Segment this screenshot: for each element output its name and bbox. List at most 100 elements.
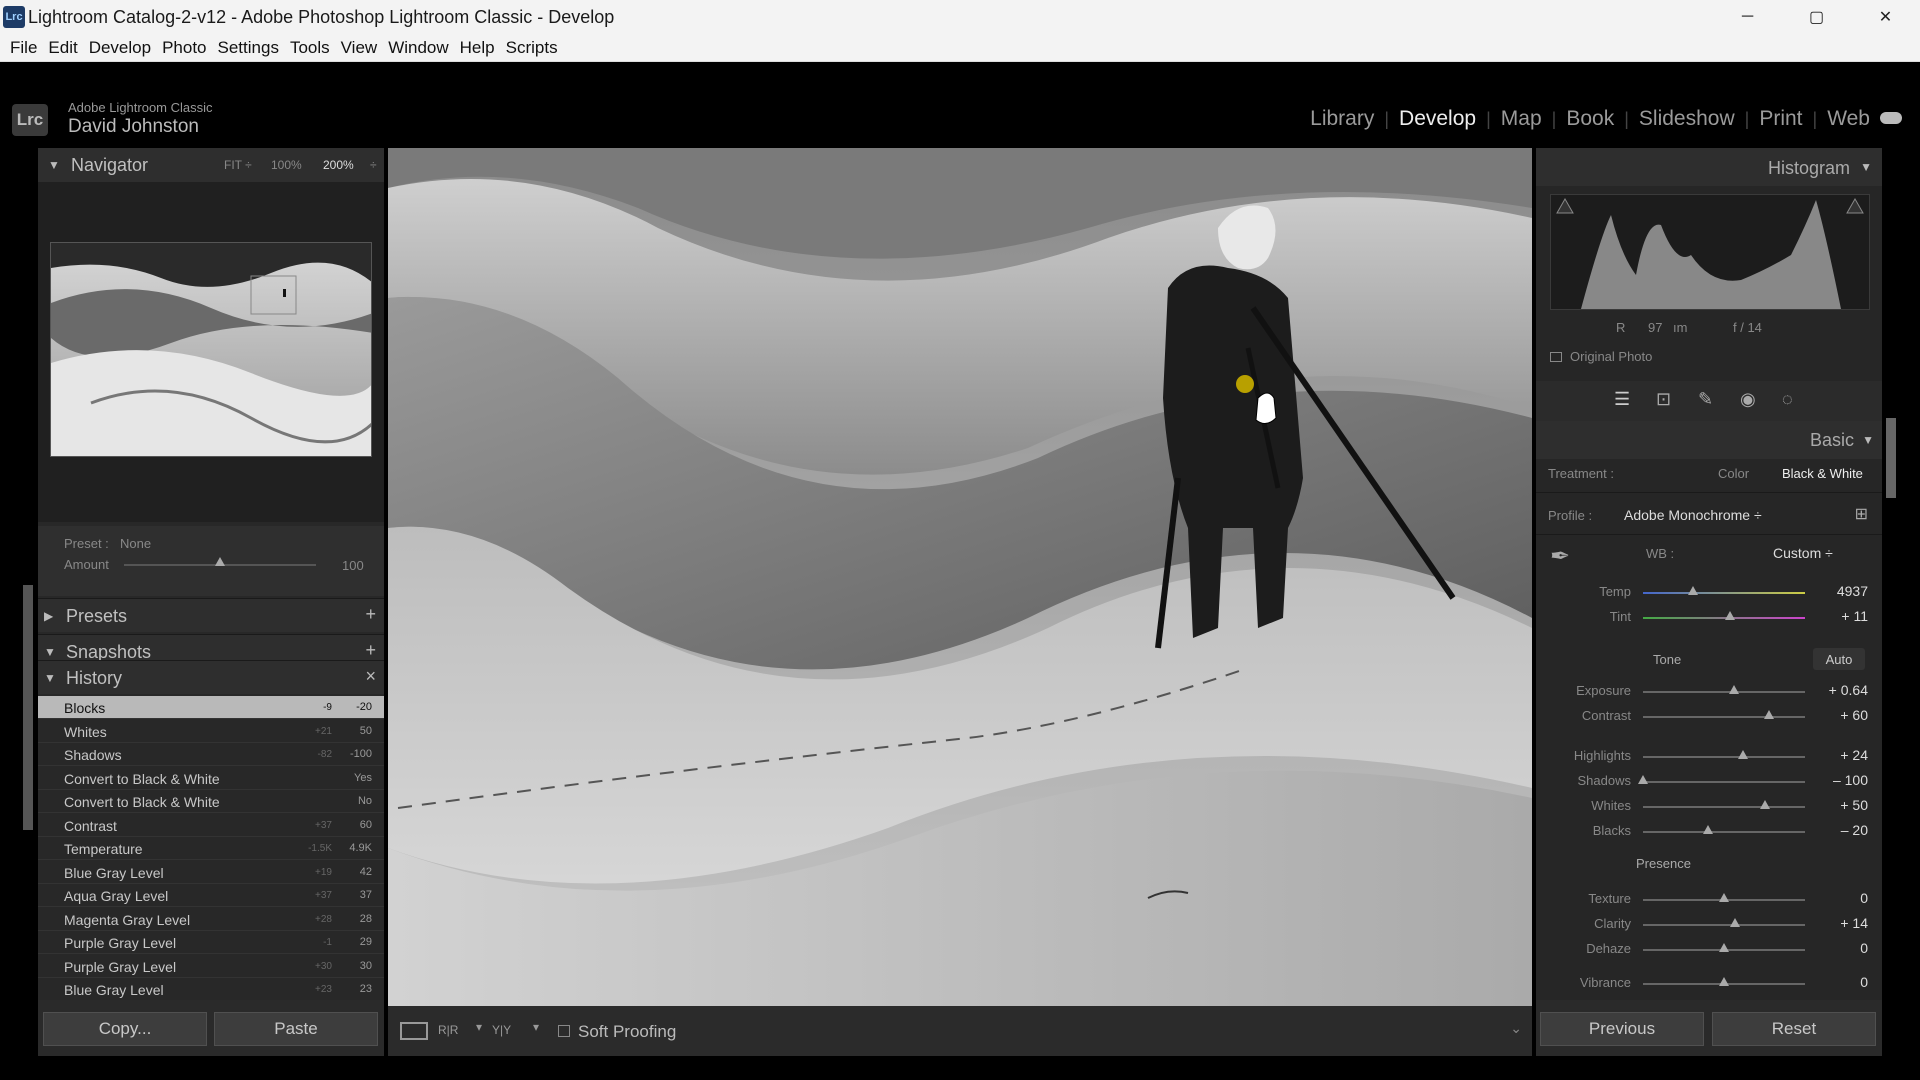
- before-after-rr-icon[interactable]: R|R: [438, 1023, 458, 1037]
- eyedropper-icon[interactable]: ✒: [1550, 542, 1570, 571]
- menu-help[interactable]: Help: [460, 38, 495, 58]
- menu-settings[interactable]: Settings: [218, 38, 279, 58]
- treatment-color-option[interactable]: Color: [1718, 466, 1749, 481]
- history-row[interactable]: Convert to Black & WhiteYes: [38, 767, 384, 790]
- maximize-button[interactable]: ▢: [1782, 0, 1851, 34]
- zoom-100[interactable]: 100%: [271, 158, 302, 172]
- healing-icon[interactable]: ✎: [1698, 389, 1713, 410]
- slider-thumb[interactable]: [1719, 977, 1729, 986]
- slider-thumb[interactable]: [1688, 586, 1698, 595]
- red-eye-icon[interactable]: ◉: [1740, 389, 1756, 410]
- history-row[interactable]: Temperature-1.5K4.9K: [38, 837, 384, 860]
- crop-icon[interactable]: ⊡: [1656, 389, 1671, 410]
- zoom-more[interactable]: ÷: [370, 158, 377, 172]
- menu-edit[interactable]: Edit: [48, 38, 77, 58]
- add-preset-icon[interactable]: +: [365, 604, 376, 625]
- slider-value[interactable]: + 11: [1808, 608, 1868, 624]
- slider-track[interactable]: [1643, 781, 1805, 783]
- copy-button[interactable]: Copy...: [43, 1012, 207, 1046]
- menu-view[interactable]: View: [341, 38, 378, 58]
- slider-thumb[interactable]: [1719, 893, 1729, 902]
- history-panel-header[interactable]: ▼ History ×: [38, 660, 384, 694]
- histogram-graph[interactable]: [1550, 194, 1870, 310]
- minimize-button[interactable]: ─: [1713, 0, 1782, 34]
- slider-track[interactable]: [1643, 806, 1805, 808]
- slider-value[interactable]: + 24: [1808, 747, 1868, 763]
- toolbar-menu-icon[interactable]: ⌄: [1510, 1020, 1522, 1037]
- slider-thumb[interactable]: [1725, 611, 1735, 620]
- slider-track[interactable]: [1643, 617, 1805, 619]
- basic-panel-header[interactable]: Basic ▼: [1536, 421, 1882, 459]
- history-row[interactable]: Magenta Gray Level+2828: [38, 908, 384, 931]
- module-map[interactable]: Map: [1501, 107, 1542, 131]
- slider-track[interactable]: [1643, 756, 1805, 758]
- history-row[interactable]: Blue Gray Level+1942: [38, 861, 384, 884]
- right-panel-scrollbar[interactable]: [1886, 418, 1896, 498]
- auto-tone-button[interactable]: Auto: [1813, 648, 1865, 670]
- histogram-header[interactable]: Histogram ▼: [1536, 148, 1882, 186]
- cloud-sync-icon[interactable]: [1880, 112, 1902, 124]
- menu-photo[interactable]: Photo: [162, 38, 206, 58]
- slider-thumb[interactable]: [1729, 685, 1739, 694]
- slider-thumb[interactable]: [1764, 710, 1774, 719]
- soft-proofing-checkbox[interactable]: [558, 1025, 570, 1037]
- slider-thumb[interactable]: [1703, 825, 1713, 834]
- slider-thumb[interactable]: [1760, 800, 1770, 809]
- profile-browser-icon[interactable]: ⊞: [1855, 504, 1868, 524]
- treatment-bw-option[interactable]: Black & White: [1782, 466, 1863, 481]
- menu-file[interactable]: File: [10, 38, 37, 58]
- slider-value[interactable]: 0: [1808, 940, 1868, 956]
- history-row[interactable]: Aqua Gray Level+3737: [38, 884, 384, 907]
- slider-track[interactable]: [1643, 592, 1805, 594]
- history-row[interactable]: Purple Gray Level+3030: [38, 955, 384, 978]
- slider-track[interactable]: [1643, 691, 1805, 693]
- history-row[interactable]: Purple Gray Level-129: [38, 931, 384, 954]
- slider-value[interactable]: 0: [1808, 890, 1868, 906]
- slider-thumb[interactable]: [1730, 918, 1740, 927]
- reset-button[interactable]: Reset: [1712, 1012, 1876, 1046]
- add-snapshot-icon[interactable]: +: [365, 640, 376, 661]
- chevron-down-icon[interactable]: ▾: [533, 1020, 539, 1034]
- paste-button[interactable]: Paste: [214, 1012, 378, 1046]
- profile-select[interactable]: Adobe Monochrome ÷: [1624, 507, 1762, 523]
- slider-thumb[interactable]: [1738, 750, 1748, 759]
- left-panel-scrollbar[interactable]: [23, 585, 33, 830]
- previous-button[interactable]: Previous: [1540, 1012, 1704, 1046]
- slider-value[interactable]: 4937: [1808, 583, 1868, 599]
- close-button[interactable]: ✕: [1851, 0, 1920, 34]
- zoom-fit[interactable]: FIT ÷: [224, 158, 252, 172]
- zoom-200[interactable]: 200%: [323, 158, 354, 172]
- masking-icon[interactable]: ◌: [1782, 389, 1793, 410]
- slider-track[interactable]: [1643, 924, 1805, 926]
- slider-value[interactable]: + 0.64: [1808, 682, 1868, 698]
- module-book[interactable]: Book: [1566, 107, 1614, 131]
- navigator-header[interactable]: ▼ Navigator FIT ÷ 100% 200% ÷: [38, 148, 384, 182]
- module-web[interactable]: Web: [1827, 107, 1870, 131]
- history-row[interactable]: Whites+2150: [38, 720, 384, 743]
- wb-select[interactable]: Custom ÷: [1773, 545, 1833, 561]
- module-print[interactable]: Print: [1759, 107, 1802, 131]
- slider-track[interactable]: [1643, 831, 1805, 833]
- original-photo-checkbox[interactable]: [1550, 352, 1562, 362]
- menu-tools[interactable]: Tools: [290, 38, 330, 58]
- chevron-down-icon[interactable]: ▾: [476, 1020, 482, 1034]
- slider-value[interactable]: + 50: [1808, 797, 1868, 813]
- slider-value[interactable]: – 20: [1808, 822, 1868, 838]
- module-develop[interactable]: Develop: [1399, 107, 1476, 131]
- sliders-icon[interactable]: ☰: [1614, 389, 1630, 410]
- slider-thumb[interactable]: [1719, 943, 1729, 952]
- history-row[interactable]: Shadows-82-100: [38, 743, 384, 766]
- main-image-area[interactable]: [388, 148, 1532, 1006]
- navigator-thumbnail[interactable]: [50, 242, 372, 457]
- clear-history-icon[interactable]: ×: [365, 666, 376, 687]
- history-row[interactable]: Blocks-9-20: [38, 696, 384, 719]
- module-slideshow[interactable]: Slideshow: [1639, 107, 1735, 131]
- slider-value[interactable]: + 14: [1808, 915, 1868, 931]
- before-after-yy-icon[interactable]: Y|Y: [492, 1023, 511, 1037]
- slider-track[interactable]: [1643, 716, 1805, 718]
- slider-thumb[interactable]: [1638, 775, 1648, 784]
- history-row[interactable]: Contrast+3760: [38, 814, 384, 837]
- history-row[interactable]: Blue Gray Level+2323: [38, 978, 384, 1001]
- module-library[interactable]: Library: [1310, 107, 1374, 131]
- presets-panel-header[interactable]: ▶ Presets +: [38, 598, 384, 632]
